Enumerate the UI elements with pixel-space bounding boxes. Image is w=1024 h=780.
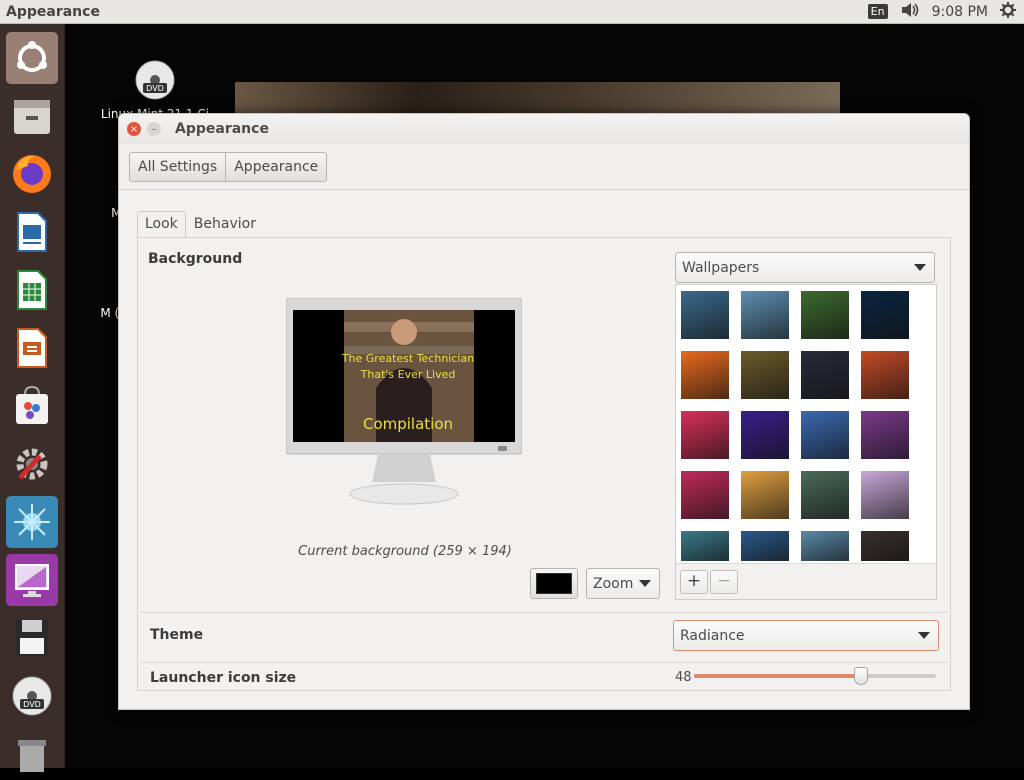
- clock[interactable]: 9:08 PM: [932, 4, 988, 20]
- wallpaper-thumbnail[interactable]: [681, 291, 729, 339]
- launcher-appearance-icon[interactable]: [6, 554, 58, 606]
- wallpaper-thumbnail[interactable]: [741, 291, 789, 339]
- svg-text:DVD: DVD: [23, 700, 41, 709]
- dvd-icon: DVD: [135, 60, 175, 100]
- window-toolbar: All Settings Appearance: [119, 144, 969, 190]
- keyboard-layout-indicator[interactable]: En: [867, 4, 888, 19]
- wallpaper-thumbnail[interactable]: [801, 531, 849, 561]
- wallpaper-thumbnail[interactable]: [681, 471, 729, 519]
- window-titlebar[interactable]: × – Appearance: [119, 114, 969, 144]
- chevron-down-icon: [918, 632, 930, 639]
- launcher-icon-size-value: 48: [675, 670, 692, 685]
- svg-text:DVD: DVD: [146, 84, 164, 93]
- look-panel: Background The Greatest Technician That'…: [137, 237, 951, 691]
- preview-caption-2: That's Ever Lived: [360, 368, 456, 381]
- top-panel: Appearance En 9:08 PM: [0, 0, 1024, 24]
- wallpaper-thumbnail[interactable]: [801, 291, 849, 339]
- wallpaper-thumbnail[interactable]: [801, 351, 849, 399]
- color-swatch: [536, 573, 572, 594]
- launcher-splash-icon[interactable]: [6, 496, 58, 548]
- wallpaper-thumbnail[interactable]: [801, 411, 849, 459]
- system-gear-icon[interactable]: [1000, 1, 1016, 22]
- wallpaper-toolbar: + −: [676, 563, 936, 599]
- wallpaper-thumbnail[interactable]: [861, 411, 909, 459]
- launcher-ubuntu-icon[interactable]: [6, 32, 58, 84]
- background-preview-monitor: The Greatest Technician That's Ever Live…: [286, 298, 522, 505]
- theme-label: Theme: [150, 627, 204, 643]
- wallpaper-thumbnail[interactable]: [741, 471, 789, 519]
- preview-caption-3: Compilation: [363, 415, 453, 433]
- launcher-dvd-icon[interactable]: DVD: [6, 670, 58, 722]
- wallpaper-thumbnail[interactable]: [741, 411, 789, 459]
- launcher-settings-icon[interactable]: [6, 438, 58, 490]
- fill-mode-select[interactable]: Zoom: [586, 568, 660, 599]
- theme-select[interactable]: Radiance: [673, 620, 939, 651]
- slider-fill: [694, 674, 861, 678]
- desktop-icon-linux-mint[interactable]: DVD Linux Mint 21.1 Ci: [100, 58, 210, 121]
- minimize-icon[interactable]: –: [147, 122, 161, 136]
- remove-wallpaper-button[interactable]: −: [710, 570, 738, 594]
- wallpaper-thumbnail[interactable]: [861, 351, 909, 399]
- separator: [140, 662, 948, 663]
- window-title: Appearance: [175, 121, 269, 137]
- wallpaper-thumbnail[interactable]: [741, 351, 789, 399]
- wallpaper-grid: + −: [675, 284, 937, 600]
- wallpaper-thumbnail[interactable]: [681, 531, 729, 561]
- background-label: Background: [148, 251, 243, 267]
- wallpaper-thumbnail[interactable]: [681, 351, 729, 399]
- fill-mode-value: Zoom: [593, 575, 634, 592]
- launcher-calc-icon[interactable]: [6, 264, 58, 316]
- volume-icon[interactable]: [900, 2, 920, 22]
- launcher-impress-icon[interactable]: [6, 322, 58, 374]
- close-icon[interactable]: ×: [127, 122, 141, 136]
- wallpaper-thumbnail[interactable]: [861, 531, 909, 561]
- launcher-software-icon[interactable]: [6, 380, 58, 432]
- tab-look[interactable]: Look: [137, 211, 186, 237]
- current-background-caption: Current background (259 × 194): [298, 544, 512, 559]
- wallpaper-thumbnail[interactable]: [801, 471, 849, 519]
- chevron-down-icon: [914, 264, 926, 271]
- launcher-trash-icon[interactable]: [6, 728, 58, 780]
- wallpaper-thumbnail[interactable]: [741, 531, 789, 561]
- desktop-photo: [235, 82, 840, 114]
- wallpaper-source-value: Wallpapers: [682, 259, 760, 276]
- launcher-icon-size-slider[interactable]: [694, 667, 936, 685]
- all-settings-button[interactable]: All Settings: [130, 153, 225, 181]
- wallpaper-thumbnail[interactable]: [681, 411, 729, 459]
- wallpaper-source-select[interactable]: Wallpapers: [675, 252, 935, 283]
- tab-behavior[interactable]: Behavior: [186, 211, 264, 237]
- wallpaper-thumbnail[interactable]: [861, 471, 909, 519]
- slider-handle[interactable]: [853, 667, 868, 685]
- separator: [140, 612, 948, 613]
- launcher-writer-icon[interactable]: [6, 206, 58, 258]
- launcher-files-icon[interactable]: [6, 90, 58, 142]
- appearance-window: × – Appearance All Settings Appearance L…: [118, 113, 970, 710]
- wallpaper-thumbnail[interactable]: [861, 291, 909, 339]
- theme-value: Radiance: [680, 627, 745, 644]
- launcher-firefox-icon[interactable]: [6, 148, 58, 200]
- breadcrumb: All Settings Appearance: [129, 151, 328, 182]
- launcher-icon-size-label: Launcher icon size: [150, 670, 297, 686]
- chevron-down-icon: [639, 580, 651, 587]
- appearance-crumb-button[interactable]: Appearance: [225, 152, 326, 181]
- preview-caption-1: The Greatest Technician: [341, 352, 474, 365]
- tab-bar: Look Behavior: [137, 211, 264, 237]
- active-app-title: Appearance: [6, 3, 100, 20]
- background-color-button[interactable]: [530, 568, 578, 599]
- add-wallpaper-button[interactable]: +: [680, 570, 708, 594]
- launcher: DVD: [0, 24, 65, 772]
- launcher-floppy-icon[interactable]: [6, 612, 58, 664]
